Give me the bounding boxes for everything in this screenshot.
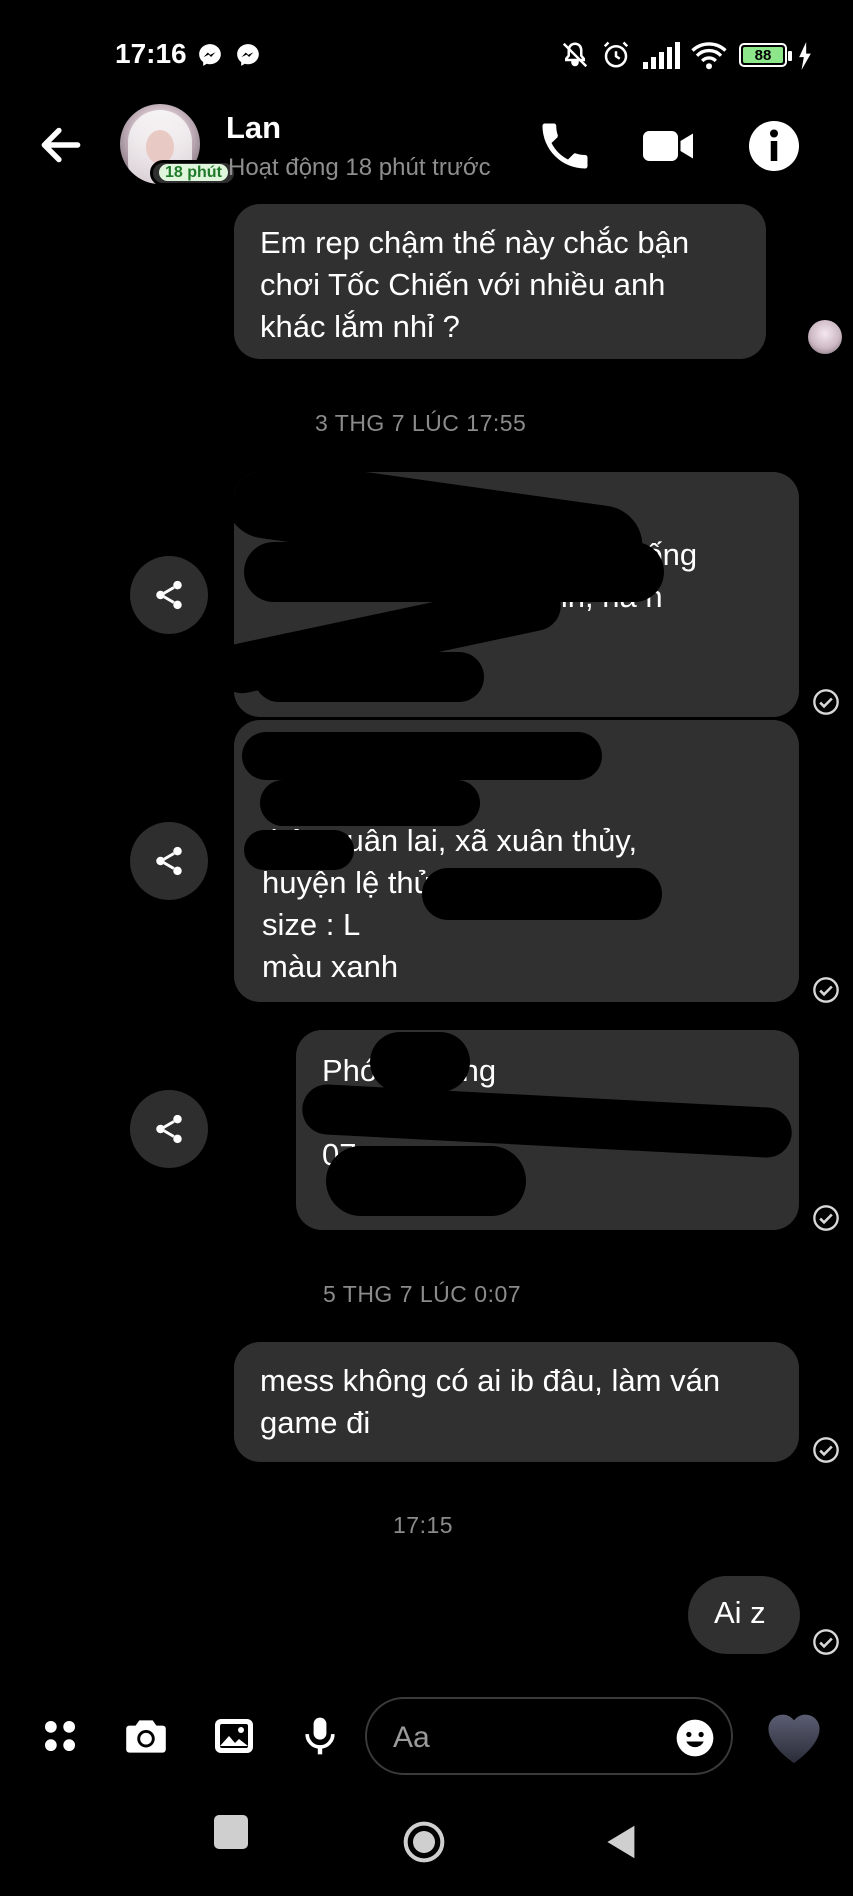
redaction-mark <box>260 780 480 826</box>
read-receipt-icon <box>813 1629 839 1655</box>
heart-icon[interactable] <box>758 1700 830 1772</box>
active-badge: 18 phút <box>150 160 237 186</box>
read-receipt-icon <box>813 689 839 715</box>
timestamp: 17:15 <box>393 1512 454 1538</box>
image-icon[interactable] <box>206 1708 262 1764</box>
message-input[interactable] <box>391 1717 655 1759</box>
battery-level: 88 <box>743 47 783 64</box>
redaction-mark <box>370 1032 470 1092</box>
message-text: Em rep chậm thế này chắc bận chơi Tốc Ch… <box>260 225 690 344</box>
share-icon <box>156 580 182 610</box>
message-bubble[interactable]: Ai z <box>688 1576 800 1654</box>
apps-grid-icon[interactable] <box>32 1708 88 1764</box>
redaction-mark <box>244 542 664 602</box>
read-receipt-icon <box>813 1205 839 1231</box>
message-bubble[interactable]: Em rep chậm thế này chắc bận chơi Tốc Ch… <box>234 204 766 359</box>
camera-glyph <box>126 1720 166 1753</box>
message-text: mess không có ai ib đâu, làm ván game đi <box>260 1363 721 1440</box>
message-bubble[interactable]: mess không có ai ib đâu, làm ván game đi <box>234 1342 799 1462</box>
share-button[interactable] <box>130 1090 208 1168</box>
signal-icon <box>643 42 680 69</box>
battery-icon: 88 <box>739 43 787 67</box>
message-bubble[interactable]: Thái Gố 48 ngõ ... cống vị, ba đình, hà … <box>234 472 799 717</box>
wifi-icon <box>691 42 727 70</box>
redaction-mark <box>242 732 602 780</box>
video-icon[interactable] <box>638 116 698 176</box>
battery-tip <box>788 51 792 61</box>
message-bubble[interactable]: Phó ... loàng quyền ... chong 07... <box>296 1030 799 1230</box>
phone-icon[interactable] <box>535 116 595 176</box>
share-icon <box>156 1114 182 1144</box>
microphone-glyph <box>305 1717 335 1755</box>
apps-grid-glyph <box>44 1720 76 1752</box>
charging-icon <box>799 42 811 70</box>
emoji-icon[interactable] <box>674 1717 716 1759</box>
date-separator: 5 THG 7 LÚC 0:07 <box>323 1281 522 1307</box>
read-receipt-icon <box>813 1437 839 1463</box>
message-bubble[interactable]: thôn xuân lai, xã xuân thủy, huyện lệ th… <box>234 720 799 1002</box>
redaction-mark <box>254 652 484 702</box>
date-separator: 3 THG 7 LÚC 17:55 <box>315 410 527 436</box>
messenger-icon <box>237 44 259 66</box>
microphone-icon[interactable] <box>292 1708 348 1764</box>
camera-icon[interactable] <box>118 1708 174 1764</box>
redaction-mark <box>244 830 354 870</box>
share-icon <box>156 846 182 876</box>
contact-name[interactable]: Lan <box>226 110 281 146</box>
share-button[interactable] <box>130 556 208 634</box>
status-time: 17:16 <box>115 38 187 69</box>
alarm-icon <box>603 41 629 68</box>
redaction-mark <box>326 1146 526 1216</box>
status-bar: 17:16 88 <box>0 0 853 110</box>
recent-apps-button[interactable] <box>214 1815 248 1849</box>
message-input-box[interactable] <box>365 1697 733 1775</box>
back-arrow-icon[interactable] <box>36 120 86 170</box>
redaction-mark <box>422 868 662 920</box>
image-glyph <box>215 1719 253 1753</box>
messenger-icon <box>199 44 221 66</box>
home-button[interactable] <box>402 1820 446 1864</box>
back-nav-button[interactable] <box>602 1822 638 1862</box>
contact-status: Hoạt động 18 phút trước <box>228 154 491 181</box>
active-badge-text: 18 phút <box>159 164 228 181</box>
share-button[interactable] <box>130 822 208 900</box>
avatar-face <box>146 130 174 164</box>
read-receipt-icon <box>813 977 839 1003</box>
seen-avatar <box>808 320 842 354</box>
info-icon[interactable] <box>744 116 804 176</box>
mute-icon <box>562 42 588 68</box>
message-text: Ai z <box>714 1595 766 1630</box>
